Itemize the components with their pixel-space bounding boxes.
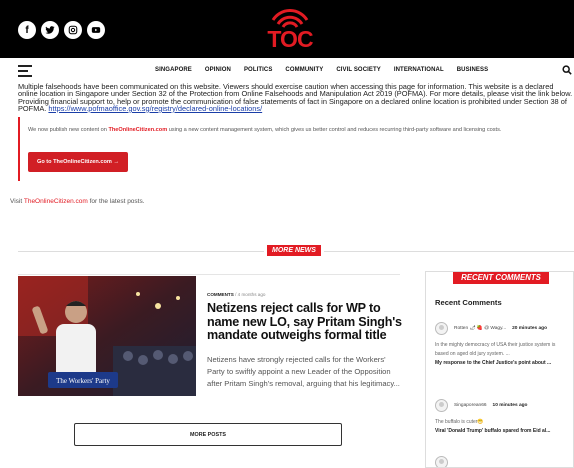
comment-header: Rotten 🌶 🍓 @ Wagy... 20 minutes ago <box>435 322 570 335</box>
visit-pre: Visit <box>10 198 24 205</box>
nav-items: SINGAPORE OPINION POLITICS COMMUNITY CIV… <box>155 67 488 73</box>
go-to-site-button[interactable]: Go to TheOnlineCitizen.com → <box>28 152 128 172</box>
nav-item-business[interactable]: BUSINESS <box>457 67 488 73</box>
article-time: 4 months ago <box>237 292 266 297</box>
nav-item-singapore[interactable]: SINGAPORE <box>155 67 192 73</box>
pofma-notice: Multiple falsehoods have been communicat… <box>18 83 574 112</box>
twitter-icon[interactable] <box>41 21 59 39</box>
main-nav: SINGAPORE OPINION POLITICS COMMUNITY CIV… <box>0 60 574 82</box>
comment-post-link[interactable]: My response to the Chief Justice's point… <box>435 359 570 367</box>
thumbnail-caption: The Workers' Party <box>56 377 110 385</box>
avatar <box>435 399 448 412</box>
article-divider <box>18 274 400 275</box>
avatar <box>435 456 448 467</box>
nav-item-politics[interactable]: POLITICS <box>244 67 272 73</box>
recent-comments-widget: RECENT COMMENTS Recent Comments Rotten 🌶… <box>425 271 574 468</box>
article-headline[interactable]: Netizens reject calls for WP to name new… <box>207 301 402 343</box>
comment-time: 10 minutes ago <box>492 403 528 408</box>
article-thumbnail[interactable]: The Workers' Party <box>18 276 196 396</box>
comment-item: Rotten 🌶 🍓 @ Wagy... 20 minutes ago In t… <box>435 322 570 367</box>
more-news-header: MORE NEWS <box>264 244 324 258</box>
visit-site-link[interactable]: TheOnlineCitizen.com <box>24 198 88 205</box>
visit-line: Visit TheOnlineCitizen.com for the lates… <box>10 198 145 205</box>
comment-author[interactable]: Rotten 🌶 🍓 @ Wagy... <box>454 326 506 331</box>
nav-item-opinion[interactable]: OPINION <box>205 67 231 73</box>
article-meta: COMMENTS / 4 months ago <box>207 292 266 297</box>
facebook-icon[interactable]: f <box>18 21 36 39</box>
article-category[interactable]: COMMENTS <box>207 292 234 297</box>
comment-header <box>435 456 570 467</box>
comment-header: Singaporean66 10 minutes ago <box>435 399 570 412</box>
social-links: f <box>18 21 105 39</box>
nav-item-community[interactable]: COMMUNITY <box>285 67 323 73</box>
migration-notice-pre: We now publish new content on <box>28 127 109 133</box>
article-excerpt: Netizens have strongly rejected calls fo… <box>207 355 400 389</box>
menu-icon[interactable] <box>18 65 32 80</box>
nav-item-international[interactable]: INTERNATIONAL <box>394 67 444 73</box>
more-news-label: MORE NEWS <box>267 245 321 256</box>
comment-body: The buffalo is cuter😁 <box>435 419 484 425</box>
comment-item: Singaporean66 10 minutes ago The buffalo… <box>435 399 570 435</box>
comment-time: 20 minutes ago <box>512 326 548 331</box>
instagram-icon[interactable] <box>64 21 82 39</box>
widget-title: RECENT COMMENTS <box>453 272 549 284</box>
comment-item-partial <box>435 456 570 467</box>
comment-body: In the mighty democracy of USA their jus… <box>435 342 556 357</box>
migration-notice-brand: TheOnlineCitizen.com <box>108 127 168 133</box>
nav-item-civil-society[interactable]: CIVIL SOCIETY <box>336 67 381 73</box>
top-bar: f TOC <box>0 0 574 58</box>
search-icon[interactable] <box>562 65 572 75</box>
article-photo: The Workers' Party <box>18 276 196 396</box>
visit-post: for the latest posts. <box>87 198 145 205</box>
avatar <box>435 322 448 335</box>
logo-text: TOC <box>267 26 313 52</box>
site-logo[interactable]: TOC <box>262 8 318 52</box>
migration-notice-box: We now publish new content on TheOnlineC… <box>18 117 574 181</box>
youtube-icon[interactable] <box>87 21 105 39</box>
migration-notice-post: using a new content management system, w… <box>167 127 502 133</box>
widget-subtitle: Recent Comments <box>435 298 502 307</box>
migration-notice-text: We now publish new content on TheOnlineC… <box>28 126 568 136</box>
more-posts-button[interactable]: MORE POSTS <box>74 423 342 446</box>
comment-post-link[interactable]: Viral 'Donald Trump' buffalo spared from… <box>435 427 570 435</box>
pofma-registry-link[interactable]: https://www.pofmaoffice.gov.sg/registry/… <box>48 104 262 113</box>
comment-author[interactable]: Singaporean66 <box>454 403 487 408</box>
